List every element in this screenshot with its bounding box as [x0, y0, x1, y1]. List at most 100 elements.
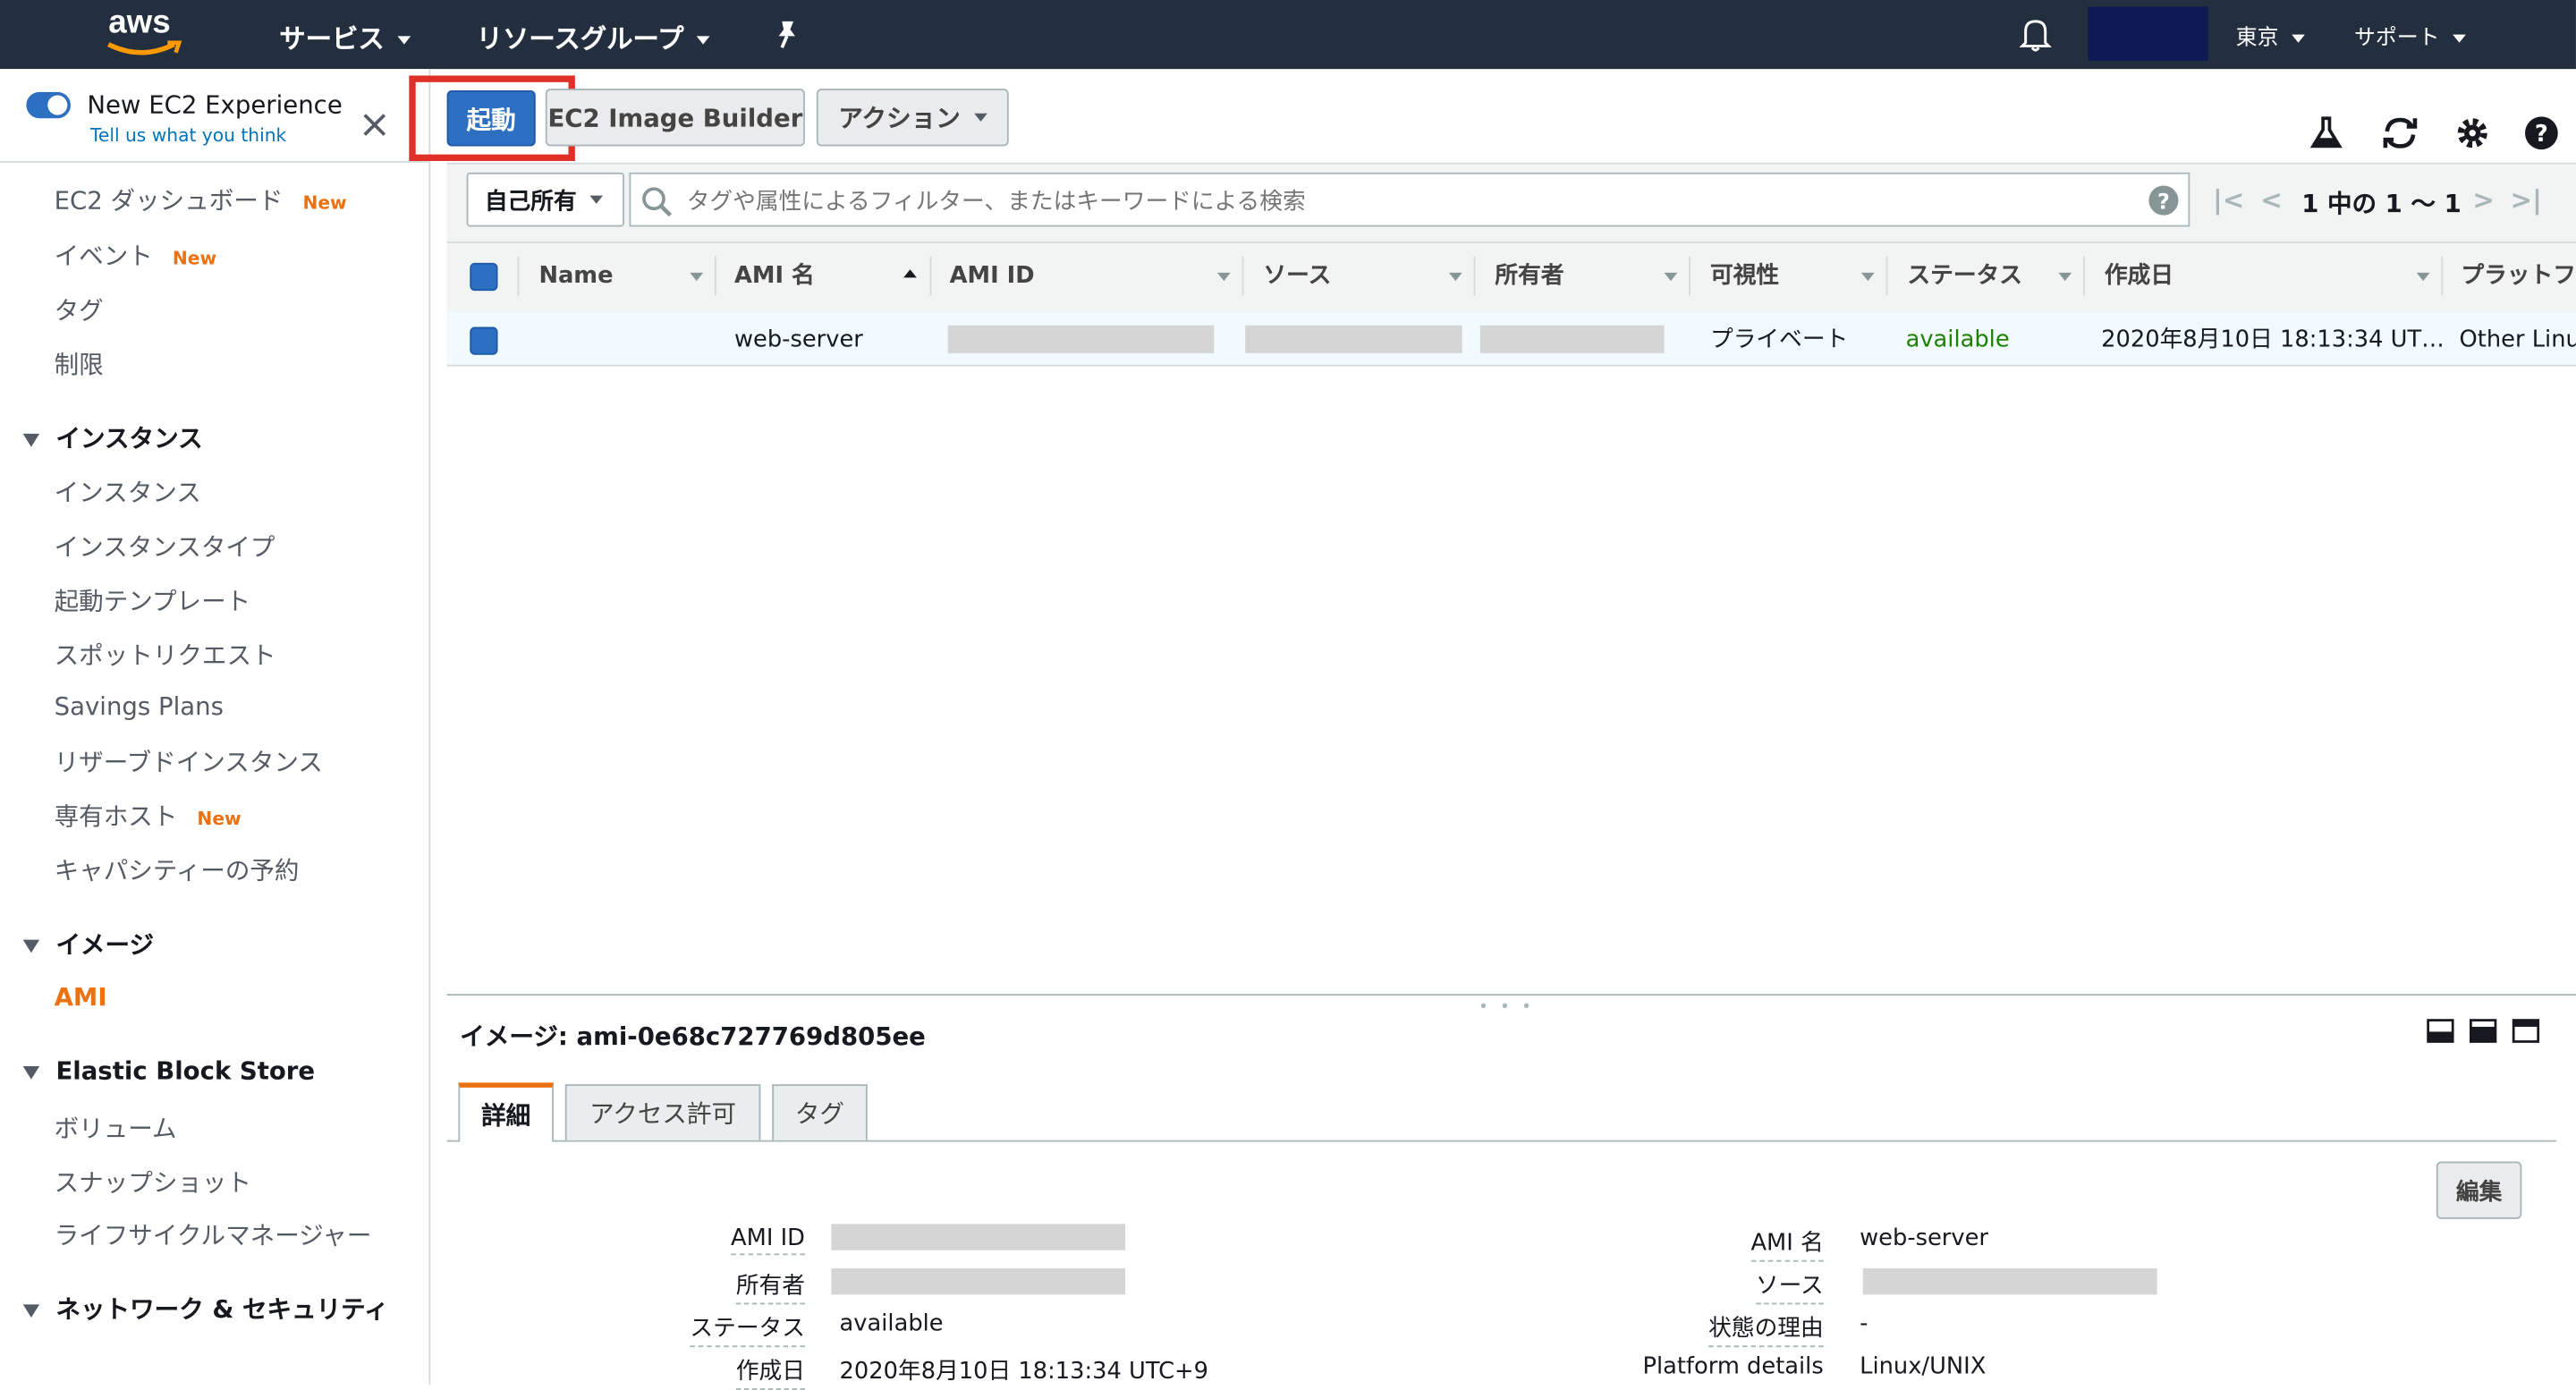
new-badge: New — [302, 191, 347, 214]
section-ebs[interactable]: Elastic Block Store — [22, 1056, 315, 1086]
col-header-visibility[interactable]: 可視性 — [1710, 243, 1779, 309]
sidebar-item-capacity-reservations[interactable]: キャパシティーの予約 — [55, 852, 300, 887]
chevron-down-icon — [589, 195, 604, 204]
services-menu[interactable]: サービス — [279, 16, 411, 55]
col-header-created[interactable]: 作成日 — [2105, 243, 2174, 309]
section-images[interactable]: イメージ — [22, 927, 154, 962]
sort-caret-icon[interactable] — [1664, 272, 1678, 282]
edit-button[interactable]: 編集 — [2436, 1161, 2522, 1219]
col-header-owner[interactable]: 所有者 — [1495, 243, 1563, 309]
tabs-baseline — [446, 1140, 2556, 1142]
pane-top-icon[interactable] — [2512, 1019, 2540, 1044]
chevron-down-icon — [2453, 34, 2466, 43]
new-experience-toggle[interactable] — [26, 91, 71, 119]
sort-caret-icon[interactable] — [2416, 272, 2430, 282]
owner-filter-dropdown[interactable]: 自己所有 — [466, 172, 624, 227]
sidebar-divider — [0, 160, 429, 163]
sidebar-item-label: EC2 ダッシュボード — [54, 185, 284, 216]
sort-caret-icon[interactable] — [2058, 272, 2072, 282]
detail-title: イメージ: ami-0e68c727769d805ee — [460, 1021, 926, 1052]
refresh-icon[interactable] — [2380, 115, 2419, 151]
flask-icon[interactable] — [2309, 115, 2343, 151]
first-page-icon[interactable]: |< — [2213, 184, 2244, 216]
value-state-reason: - — [1860, 1310, 1868, 1338]
sidebar-item-label: 制限 — [54, 350, 104, 380]
sidebar-item-label: ライフサイクルマネージャー — [54, 1220, 372, 1250]
search-field[interactable]: ? — [629, 172, 2190, 227]
support-menu[interactable]: サポート — [2354, 20, 2466, 51]
sort-ascending-icon[interactable] — [903, 269, 917, 278]
tab-details[interactable]: 詳細 — [458, 1082, 554, 1142]
help-circle-icon[interactable]: ? — [2148, 184, 2181, 217]
sort-caret-icon[interactable] — [1860, 272, 1875, 282]
sidebar-item-label: リザーブドインスタンス — [54, 747, 323, 777]
col-header-ami-name[interactable]: AMI 名 — [734, 243, 815, 309]
label-ami-name: AMI 名 — [1750, 1225, 1824, 1262]
sidebar-item-instances[interactable]: インスタンス — [55, 475, 201, 510]
sidebar-item-label: 専有ホスト — [54, 801, 178, 832]
tab-tags[interactable]: タグ — [772, 1084, 868, 1140]
toggle-title: New EC2 Experience — [87, 90, 343, 121]
col-header-name[interactable]: Name — [538, 243, 613, 309]
value-platform-details: Linux/UNIX — [1860, 1353, 1987, 1380]
next-page-icon[interactable]: > — [2472, 184, 2495, 216]
sidebar-item-dedicated-hosts[interactable]: 専有ホスト New — [55, 799, 242, 834]
search-input[interactable] — [683, 181, 2136, 224]
sidebar-item-volumes[interactable]: ボリューム — [55, 1111, 177, 1146]
new-badge: New — [197, 808, 242, 830]
ec2-image-builder-button[interactable]: EC2 Image Builder — [545, 89, 805, 147]
col-header-platform[interactable]: プラットフ — [2461, 243, 2576, 309]
split-pane-divider[interactable] — [446, 994, 2576, 996]
col-header-source[interactable]: ソース — [1263, 243, 1331, 309]
pane-middle-icon[interactable] — [2470, 1019, 2497, 1044]
select-all-checkbox[interactable] — [470, 262, 498, 292]
sidebar-item-launch-templates[interactable]: 起動テンプレート — [55, 583, 251, 618]
actions-button[interactable]: アクション — [816, 89, 1009, 147]
section-instances[interactable]: インスタンス — [22, 420, 203, 455]
redacted-source — [1245, 325, 1462, 353]
tab-permissions[interactable]: アクセス許可 — [564, 1084, 761, 1140]
col-header-status[interactable]: ステータス — [1907, 243, 2022, 309]
account-menu[interactable] — [2088, 6, 2208, 61]
col-divider — [1473, 256, 1476, 296]
sort-caret-icon[interactable] — [690, 272, 704, 282]
pane-bottom-icon[interactable] — [2427, 1019, 2454, 1044]
col-divider — [1241, 256, 1244, 296]
resource-groups-label: リソースグループ — [476, 22, 684, 55]
sort-caret-icon[interactable] — [1448, 272, 1462, 282]
bell-icon[interactable] — [2019, 16, 2052, 52]
sidebar-item-savings-plans[interactable]: Savings Plans — [55, 691, 224, 721]
sidebar-item-ami[interactable]: AMI — [55, 982, 107, 1012]
region-menu[interactable]: 東京 — [2236, 20, 2305, 51]
sidebar-item-label: スナップショット — [54, 1167, 252, 1198]
last-page-icon[interactable]: >| — [2510, 184, 2541, 216]
sidebar-item-spot-requests[interactable]: スポットリクエスト — [55, 638, 276, 673]
cell-status: available — [1905, 326, 2010, 353]
gear-icon[interactable] — [2454, 115, 2490, 151]
sidebar-item-limits[interactable]: 制限 — [55, 347, 104, 382]
chevron-down-icon — [397, 36, 411, 45]
sidebar-item-ec2-dashboard[interactable]: EC2 ダッシュボード New — [55, 182, 347, 217]
row-checkbox[interactable] — [470, 326, 498, 355]
help-icon[interactable]: ? — [2523, 115, 2559, 151]
pin-icon[interactable] — [772, 18, 801, 51]
prev-page-icon[interactable]: < — [2260, 184, 2283, 216]
chevron-down-icon — [697, 36, 710, 45]
support-label: サポート — [2353, 26, 2440, 51]
col-header-ami-id[interactable]: AMI ID — [950, 243, 1035, 309]
col-divider — [1885, 256, 1888, 296]
sidebar-item-snapshots[interactable]: スナップショット — [55, 1165, 251, 1199]
feedback-link[interactable]: Tell us what you think — [90, 125, 286, 147]
sidebar-item-tags[interactable]: タグ — [55, 292, 104, 327]
sort-caret-icon[interactable] — [1216, 272, 1231, 282]
caret-down-icon — [22, 1065, 40, 1079]
aws-logo[interactable]: aws — [102, 4, 188, 63]
sidebar-item-reserved-instances[interactable]: リザーブドインスタンス — [55, 744, 323, 779]
drag-handle-icon[interactable]: • • • — [1479, 999, 1535, 1017]
close-icon[interactable] — [361, 112, 387, 138]
resource-groups-menu[interactable]: リソースグループ — [477, 16, 710, 55]
section-network-security[interactable]: ネットワーク & セキュリティ — [22, 1292, 426, 1327]
sidebar-item-lifecycle-manager[interactable]: ライフサイクルマネージャー — [55, 1217, 372, 1252]
sidebar-item-events[interactable]: イベント New — [55, 238, 217, 273]
sidebar-item-instance-types[interactable]: インスタンスタイプ — [55, 529, 275, 564]
